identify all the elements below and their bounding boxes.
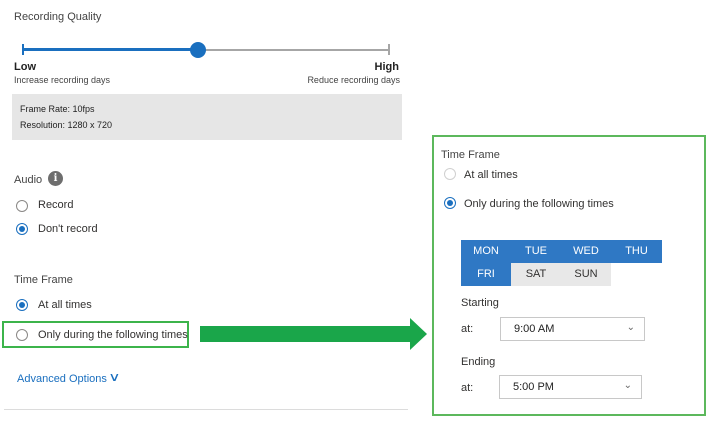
audio-dont-record-label[interactable]: Don't record: [38, 223, 98, 235]
slider-high-label: High: [374, 61, 399, 73]
advanced-options-link[interactable]: Advanced Options: [17, 373, 107, 385]
ending-time-value: 5:00 PM: [513, 381, 554, 393]
zoom-all-times-radio[interactable]: [444, 168, 456, 180]
slider-low-label: Low: [14, 61, 36, 73]
info-icon[interactable]: i: [48, 171, 63, 186]
day-mon[interactable]: MON: [461, 240, 511, 263]
frame-rate-text: Frame Rate: 10fps: [20, 104, 95, 114]
zoom-all-times-label[interactable]: At all times: [464, 169, 518, 181]
starting-at-label: at:: [461, 323, 474, 335]
audio-record-label[interactable]: Record: [38, 199, 73, 211]
day-fri[interactable]: FRI: [461, 263, 511, 286]
time-frame-all-times-radio[interactable]: [16, 299, 28, 311]
zoom-time-frame-label: Time Frame: [441, 149, 500, 161]
day-sun[interactable]: SUN: [561, 263, 611, 286]
chevron-down-icon: ⌄: [626, 322, 635, 333]
zoom-following-radio[interactable]: [444, 197, 456, 209]
day-selector: MON TUE WED THU FRI SAT SUN: [461, 240, 662, 286]
chevron-down-icon[interactable]: ∨: [108, 370, 120, 384]
slider-max-tick: [388, 44, 390, 55]
starting-time-value: 9:00 AM: [514, 323, 555, 335]
quality-info-box: Frame Rate: 10fps Resolution: 1280 x 720: [12, 94, 402, 140]
chevron-down-icon: ⌄: [623, 380, 632, 391]
day-thu[interactable]: THU: [611, 240, 662, 263]
arrow-right-icon: [410, 318, 427, 350]
time-frame-all-times-label[interactable]: At all times: [38, 299, 92, 311]
day-wed[interactable]: WED: [561, 240, 611, 263]
slider-high-description: Reduce recording days: [307, 75, 400, 85]
time-frame-following-radio[interactable]: [16, 329, 28, 341]
slider-min-tick: [22, 44, 24, 55]
slider-low-description: Increase recording days: [14, 75, 111, 85]
resolution-text: Resolution: 1280 x 720: [20, 120, 113, 130]
starting-time-select[interactable]: 9:00 AM ⌄: [500, 317, 645, 341]
day-tue[interactable]: TUE: [511, 240, 561, 263]
arrow-shaft: [200, 326, 412, 342]
slider-track-filled: [22, 48, 198, 51]
slider-track-empty: [198, 48, 390, 51]
ending-time-select[interactable]: 5:00 PM ⌄: [499, 375, 642, 399]
starting-label: Starting: [461, 297, 499, 309]
slider-thumb[interactable]: [190, 42, 206, 58]
audio-label: Audio: [14, 174, 43, 186]
audio-record-radio[interactable]: [16, 200, 28, 212]
recording-quality-slider[interactable]: [22, 40, 390, 60]
time-frame-label: Time Frame: [14, 274, 73, 286]
ending-label: Ending: [461, 356, 496, 368]
zoom-following-label[interactable]: Only during the following times: [464, 198, 614, 210]
ending-at-label: at:: [461, 382, 474, 394]
day-sat[interactable]: SAT: [511, 263, 561, 286]
audio-dont-record-radio[interactable]: [16, 223, 28, 235]
time-frame-following-label[interactable]: Only during the following times: [38, 329, 188, 341]
recording-quality-title: Recording Quality: [14, 11, 102, 23]
divider: [4, 409, 408, 410]
